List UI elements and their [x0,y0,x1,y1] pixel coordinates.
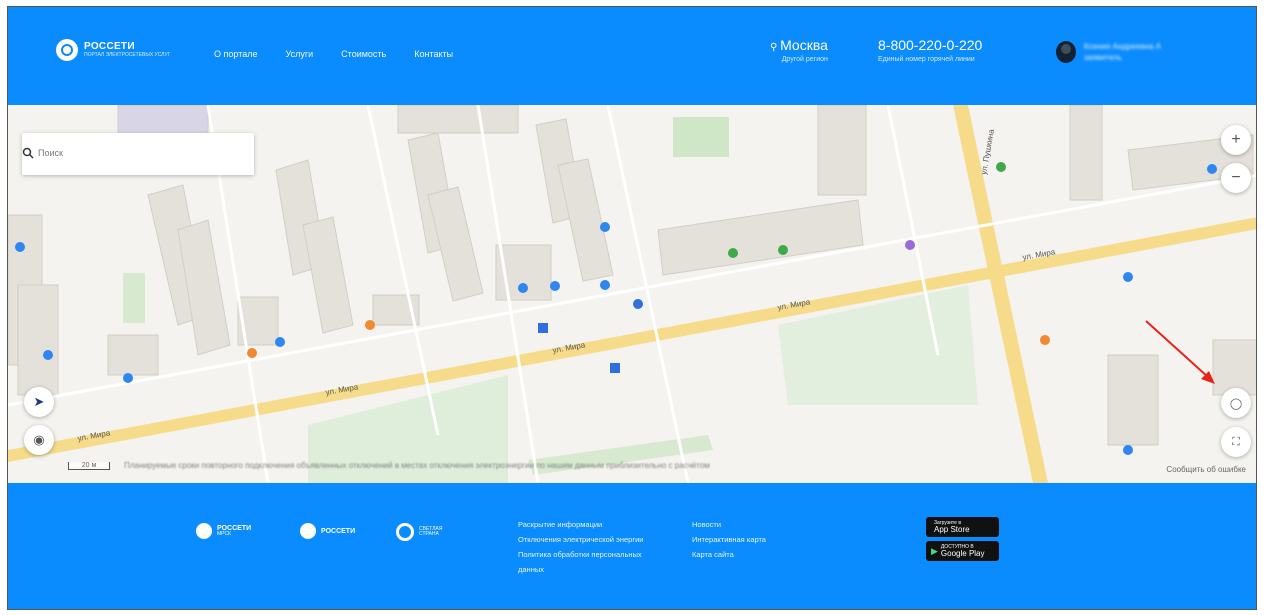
nav-contacts[interactable]: Контакты [414,49,453,59]
plus-icon: + [1231,131,1241,148]
user-name: Ксения Андреевна А [1084,42,1161,51]
locate-me-button[interactable]: ◉ [24,425,54,455]
hotline-number[interactable]: 8-800-220-0-220 [878,37,982,53]
map-fullscreen-button[interactable]: ⛶ [1221,427,1251,457]
report-error-link[interactable]: Сообщить об ошибке [1166,465,1246,474]
interactive-map[interactable]: ул. Мира ул. Мира ул. Мира ул. Мира ул. … [8,105,1256,483]
rosseti-logo-icon [56,39,78,61]
navigation-arrow-icon: ➤ [33,394,45,409]
footer-link[interactable]: Карта сайта [692,547,822,562]
layers-icon: ◯ [1229,397,1243,410]
footer-logo2-name: РОССЕТИ [321,527,356,535]
footer-link[interactable]: Новости [692,517,822,532]
zoom-in-button[interactable]: + [1221,125,1251,155]
city-name: Москва [780,37,828,53]
map-scale: 20 м [68,461,110,470]
site-footer: РОССЕТИ МРСК РОССЕТИ СВЕТЛАЯ СТРАНА Раскр… [8,483,1256,609]
hotline: 8-800-220-0-220 Единый номер горячей лин… [878,37,982,63]
expand-icon: ⛶ [1232,435,1240,448]
zoom-out-button[interactable]: − [1221,163,1251,193]
rosseti-logo[interactable]: РОССЕТИ ПОРТАЛ ЭЛЕКТРОСЕТЕВЫХ УСЛУГ [56,39,170,61]
footer-link[interactable]: Отключения электрической энергии [518,532,658,547]
street-label: ул. Пушкина [979,128,996,175]
nav-services[interactable]: Услуги [285,49,313,59]
footer-logo1-sub: МРСК [217,531,231,537]
footer-logo-svetlaya-strana[interactable]: СВЕТЛАЯ СТРАНА [396,523,449,541]
footer-link[interactable]: Интерактивная карта [692,532,822,547]
map-search [22,133,254,175]
nav-cost[interactable]: Стоимость [341,49,386,59]
footer-logo-mrsk[interactable]: РОССЕТИ МРСК [196,523,251,539]
browser-viewport: РОССЕТИ ПОРТАЛ ЭЛЕКТРОСЕТЕВЫХ УСЛУГ О по… [7,6,1257,610]
attribution-text: Планируемые сроки повторного подключения… [124,461,710,470]
google-play-big: Google Play [940,548,985,558]
footer-logo-rosseti[interactable]: РОССЕТИ [300,523,355,539]
rosseti-logo-icon [300,523,316,539]
minus-icon: − [1231,169,1241,186]
geolocation-button[interactable]: ➤ [24,387,54,417]
app-store-big: App Store [934,524,970,534]
footer-links-col2: Новости Интерактивная карта Карта сайта [692,517,822,562]
region-selector[interactable]: ⚲ Москва Другой регион [770,37,828,63]
target-icon: ◉ [33,432,45,447]
google-play-badge[interactable]: ▶ ДОСТУПНО В Google Play [926,541,999,561]
play-icon: ▶ [931,545,938,556]
footer-logo3-name: СВЕТЛАЯ СТРАНА [419,526,443,537]
avatar[interactable] [1056,41,1076,63]
logo-subtitle: ПОРТАЛ ЭЛЕКТРОСЕТЕВЫХ УСЛУГ [84,52,171,58]
nav-about[interactable]: О портале [214,49,257,59]
footer-link[interactable]: Раскрытие информации [518,517,658,532]
map-layers-button[interactable]: ◯ [1221,388,1251,418]
logo-name: РОССЕТИ [84,41,135,52]
map-attribution: 20 м Планируемые сроки повторного подклю… [68,461,710,470]
footer-links-col1: Раскрытие информации Отключения электрич… [518,517,658,577]
site-header: РОССЕТИ ПОРТАЛ ЭЛЕКТРОСЕТЕВЫХ УСЛУГ О по… [8,7,1256,105]
rosseti-logo-icon [196,523,212,539]
search-input[interactable] [36,147,220,159]
hotline-caption: Единый номер горячей линии [878,56,975,63]
location-pin-icon: ⚲ [770,42,781,53]
user-profile[interactable]: Ксения Андреевна А заявитель [1056,41,1161,63]
footer-link[interactable]: Политика обработки персональных данных [518,547,658,577]
main-nav: О портале Услуги Стоимость Контакты [214,49,453,59]
ring-logo-icon [396,523,414,541]
search-icon[interactable] [22,147,34,159]
app-store-badge[interactable]: Загрузите в App Store [926,517,999,537]
user-role: заявитель [1084,53,1122,62]
other-region-link[interactable]: Другой регион [770,56,828,63]
